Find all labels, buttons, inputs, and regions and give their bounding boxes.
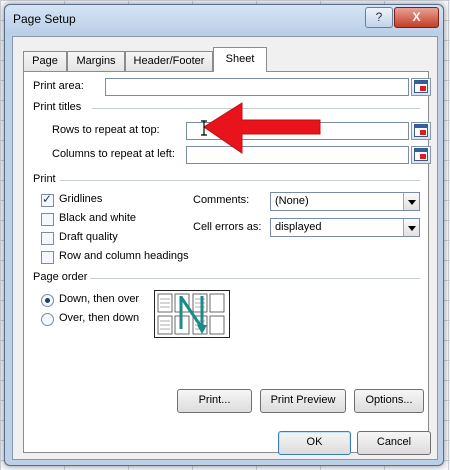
cell-errors-select[interactable]: displayed [270, 218, 420, 237]
cell-errors-value: displayed [275, 221, 322, 233]
draft-quality-checkbox[interactable] [41, 232, 54, 245]
options-button[interactable]: Options... [354, 389, 424, 413]
help-button[interactable]: ? [365, 7, 393, 28]
chevron-down-icon[interactable] [403, 193, 419, 210]
print-titles-group-label: Print titles [33, 101, 82, 113]
draft-quality-label: Draft quality [59, 231, 118, 243]
page-order-group-label: Page order [33, 271, 88, 283]
text-cursor-icon [201, 120, 207, 136]
page-order-diagram-icon [157, 293, 225, 335]
dialog-client: Page Margins Header/Footer Sheet Print a… [12, 36, 438, 460]
over-then-down-label: Over, then down [59, 312, 140, 324]
page-setup-dialog: Page Setup ? X Page Margins Header/Foote… [4, 4, 444, 466]
print-button[interactable]: Print... [177, 389, 252, 413]
print-area-input[interactable] [105, 78, 409, 96]
row-col-headings-label: Row and column headings [59, 250, 189, 262]
print-group-label: Print [33, 173, 56, 185]
ok-button[interactable]: OK [278, 431, 351, 455]
cell-errors-label: Cell errors as: [193, 221, 262, 233]
gridlines-checkbox[interactable] [41, 192, 54, 207]
over-then-down-radio[interactable] [41, 313, 54, 326]
close-button[interactable]: X [394, 7, 439, 28]
window-title: Page Setup [13, 12, 76, 26]
collapse-dialog-icon [414, 80, 428, 93]
tab-header-footer[interactable]: Header/Footer [125, 51, 213, 71]
rows-repeat-label: Rows to repeat at top: [52, 124, 160, 136]
down-then-over-radio[interactable] [41, 294, 54, 307]
print-divider [60, 180, 420, 181]
print-area-label: Print area: [33, 80, 84, 92]
black-white-label: Black and white [59, 212, 137, 224]
comments-value: (None) [275, 195, 309, 207]
red-annotation-arrow-icon [204, 102, 321, 154]
page-order-divider [90, 278, 420, 279]
columns-repeat-label: Columns to repeat at left: [52, 148, 175, 160]
gridlines-label: Gridlines [59, 193, 103, 205]
collapse-dialog-icon [414, 124, 428, 137]
columns-repeat-collapse-button[interactable] [411, 146, 431, 164]
print-area-collapse-button[interactable] [411, 78, 431, 96]
comments-label: Comments: [193, 194, 250, 206]
tab-page[interactable]: Page [23, 51, 67, 71]
collapse-dialog-icon [414, 148, 428, 161]
down-then-over-label: Down, then over [59, 293, 140, 305]
page-order-preview-image [154, 290, 230, 338]
title-bar[interactable]: Page Setup ? X [5, 5, 443, 35]
rows-repeat-collapse-button[interactable] [411, 122, 431, 140]
tab-margins[interactable]: Margins [67, 51, 125, 71]
chevron-down-icon[interactable] [403, 219, 419, 236]
row-col-headings-checkbox[interactable] [41, 251, 54, 264]
tab-sheet[interactable]: Sheet [213, 47, 267, 72]
black-white-checkbox[interactable] [41, 213, 54, 226]
print-preview-button[interactable]: Print Preview [260, 389, 346, 413]
comments-select[interactable]: (None) [270, 192, 420, 211]
cancel-button[interactable]: Cancel [357, 431, 431, 455]
